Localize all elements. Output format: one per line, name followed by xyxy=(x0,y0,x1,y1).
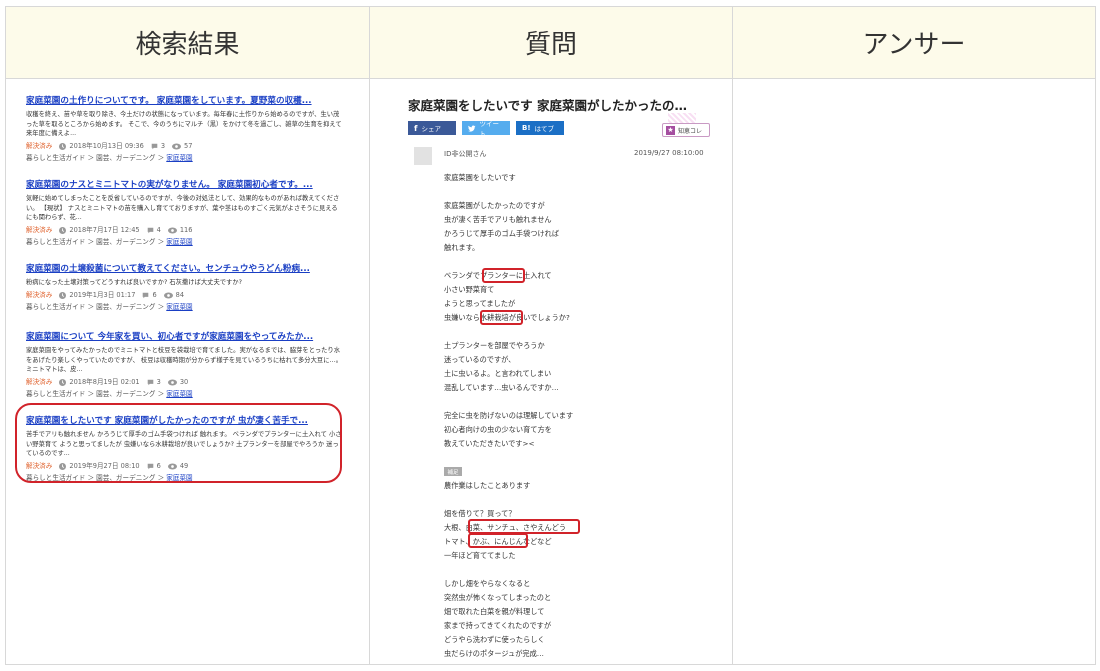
chie-colle-label: 知恵コレ xyxy=(678,127,703,135)
eye-icon xyxy=(163,292,173,298)
highlight-box xyxy=(482,268,525,283)
avatar xyxy=(414,147,432,165)
answer-count: 3 xyxy=(156,377,161,386)
header-answer: アンサー xyxy=(732,7,1095,79)
eye-icon xyxy=(167,379,177,385)
clock-icon xyxy=(59,142,67,150)
share-label: はてブ xyxy=(534,125,555,133)
category-link[interactable]: 家庭菜園 xyxy=(166,238,192,246)
result-title-link[interactable]: 家庭菜園の土作りについてです。 家庭菜園をしています。夏野菜の収穫... xyxy=(26,95,344,107)
result-snippet: 粉病になった土壌対策ってどうすれば良いですか? 石灰撒けば大丈夫ですか? xyxy=(26,279,242,286)
breadcrumb-path: 暮らしと生活ガイド ＞ 園芸、ガーデニング ＞ xyxy=(26,153,165,162)
result-meta: 解決済み 2019年1月3日 01:17 6 84 xyxy=(26,291,344,300)
comparison-table: 検索結果 質問 アンサー 家庭菜園の土作りについてです。 家庭菜園をしています。… xyxy=(5,6,1096,665)
question-column: 家庭菜園をしたいです 家庭菜園がしたかったの… f シェア ツイート B! はて… xyxy=(369,79,732,664)
chie-colle-box: ★ 知恵コレ xyxy=(662,123,710,137)
breadcrumb: 暮らしと生活ガイド ＞ 園芸、ガーデニング ＞ 家庭菜園 xyxy=(26,390,344,399)
supplement-badge: 補足 xyxy=(444,467,462,476)
result-item: 家庭菜園について 今年家を買い、初心者ですが家庭菜園をやってみたか... 家庭菜… xyxy=(26,331,344,399)
question-date: 2019/9/27 08:10:00 xyxy=(634,149,704,157)
result-item: 家庭菜園の土壌殺菌について教えてください。センチュウやうどん粉病... 粉病にな… xyxy=(26,263,344,312)
category-link[interactable]: 家庭菜園 xyxy=(166,390,192,398)
supplement-body: 農作業はしたことあります 畑を借りて？買って？ 大根、白菜、サンチュ、さやえんど… xyxy=(444,481,567,658)
comment-icon xyxy=(143,292,149,298)
view-count: 116 xyxy=(179,225,193,234)
answer-count: 6 xyxy=(152,290,157,299)
highlight-oval xyxy=(15,403,342,483)
share-label: ツイート xyxy=(479,120,500,138)
comment-icon xyxy=(147,379,153,385)
highlight-box xyxy=(468,533,528,548)
result-date: 2018年10月13日 09:36 xyxy=(69,141,144,150)
breadcrumb: 暮らしと生活ガイド ＞ 園芸、ガーデニング ＞ 家庭菜園 xyxy=(26,238,344,247)
header-question: 質問 xyxy=(369,7,732,79)
result-title-link[interactable]: 家庭菜園の土壌殺菌について教えてください。センチュウやうどん粉病... xyxy=(26,263,344,275)
eye-icon xyxy=(167,227,177,233)
answer-column xyxy=(732,79,1095,664)
hatena-bookmark-button[interactable]: B! はてブ xyxy=(516,121,564,135)
comment-icon xyxy=(151,143,158,149)
breadcrumb: 暮らしと生活ガイド ＞ 園芸、ガーデニング ＞ 家庭菜園 xyxy=(26,303,344,312)
category-link[interactable]: 家庭菜園 xyxy=(166,303,192,311)
result-meta: 解決済み 2018年8月19日 02:01 3 30 xyxy=(26,378,344,387)
result-date: 2018年7月17日 12:45 xyxy=(69,225,140,234)
status-badge: 解決済み xyxy=(26,377,53,386)
result-snippet: 気軽に始めてしまったことを反省しているのですが、今後の対処法として、効果的なもの… xyxy=(26,195,340,221)
question-title: 家庭菜園をしたいです 家庭菜園がしたかったの… xyxy=(408,98,687,113)
result-date: 2019年1月3日 01:17 xyxy=(69,290,136,299)
twitter-share-button[interactable]: ツイート xyxy=(462,120,510,138)
category-link[interactable]: 家庭菜園 xyxy=(166,154,192,162)
highlight-box xyxy=(480,310,523,325)
view-count: 30 xyxy=(179,377,189,386)
status-badge: 解決済み xyxy=(26,225,53,234)
clock-icon xyxy=(59,226,67,234)
result-snippet: 収穫を終え、苗や草を取り除き、今土だけの状態になっています。毎年春に土作りから始… xyxy=(26,111,342,137)
result-title-link[interactable]: 家庭菜園について 今年家を買い、初心者ですが家庭菜園をやってみたか... xyxy=(26,331,344,343)
comment-icon xyxy=(147,227,153,233)
result-date: 2018年8月19日 02:01 xyxy=(69,377,140,386)
hatena-icon: B! xyxy=(522,124,531,132)
eye-icon xyxy=(172,143,182,149)
breadcrumb: 暮らしと生活ガイド ＞ 園芸、ガーデニング ＞ 家庭菜園 xyxy=(26,154,344,163)
breadcrumb-path: 暮らしと生活ガイド ＞ 園芸、ガーデニング ＞ xyxy=(26,302,165,311)
result-title-link[interactable]: 家庭菜園のナスとミニトマトの実がなりません。 家庭菜園初心者です。... xyxy=(26,179,344,191)
view-count: 57 xyxy=(184,141,193,150)
breadcrumb-path: 暮らしと生活ガイド ＞ 園芸、ガーデニング ＞ xyxy=(26,389,165,398)
answer-count: 3 xyxy=(160,141,166,150)
highlight-box xyxy=(468,519,580,534)
breadcrumb-path: 暮らしと生活ガイド ＞ 園芸、ガーデニング ＞ xyxy=(26,237,165,246)
twitter-icon xyxy=(468,124,476,132)
clock-icon xyxy=(59,291,67,299)
answer-count: 4 xyxy=(156,225,161,234)
share-label: シェア xyxy=(421,125,441,133)
asker-name: ID非公開さん xyxy=(444,150,487,158)
header-search-results: 検索結果 xyxy=(6,7,369,79)
result-item: 家庭菜園の土作りについてです。 家庭菜園をしています。夏野菜の収穫... 収穫を… xyxy=(26,95,344,163)
facebook-icon: f xyxy=(414,123,418,133)
chie-colle-button[interactable]: ★ 知恵コレ xyxy=(662,113,710,137)
clock-icon xyxy=(59,378,67,386)
search-results-column: 家庭菜園の土作りについてです。 家庭菜園をしています。夏野菜の収穫... 収穫を… xyxy=(6,79,369,664)
star-icon: ★ xyxy=(666,125,675,135)
result-meta: 解決済み 2018年7月17日 12:45 4 116 xyxy=(26,226,344,235)
result-meta: 解決済み 2018年10月13日 09:36 3 57 xyxy=(26,142,344,151)
view-count: 84 xyxy=(175,290,185,299)
facebook-share-button[interactable]: f シェア xyxy=(408,121,456,135)
status-badge: 解決済み xyxy=(26,290,53,299)
result-item: 家庭菜園のナスとミニトマトの実がなりません。 家庭菜園初心者です。... 気軽に… xyxy=(26,179,344,247)
result-snippet: 家庭菜園をやってみたかったのでミニトマトと枝豆を袋栽培で育てました。実がなるまで… xyxy=(26,347,343,373)
status-badge: 解決済み xyxy=(26,141,53,150)
